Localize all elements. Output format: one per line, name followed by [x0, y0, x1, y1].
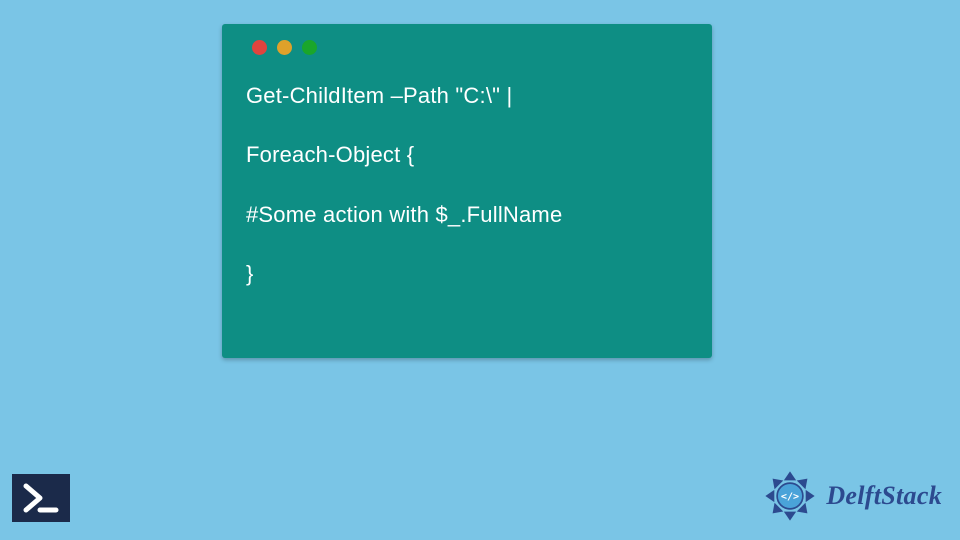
code-block: Get-ChildItem –Path "C:\" | Foreach-Obje…	[246, 81, 688, 289]
delftstack-logo-icon: </>	[762, 468, 818, 524]
code-card: Get-ChildItem –Path "C:\" | Foreach-Obje…	[222, 24, 712, 358]
powershell-icon	[12, 474, 70, 522]
traffic-dot-minimize-icon	[277, 40, 292, 55]
brand-name: DelftStack	[826, 481, 942, 511]
traffic-dot-zoom-icon	[302, 40, 317, 55]
window-traffic-dots	[252, 40, 688, 55]
svg-text:</>: </>	[781, 491, 799, 502]
traffic-dot-close-icon	[252, 40, 267, 55]
brand-block: </> DelftStack	[762, 468, 942, 524]
